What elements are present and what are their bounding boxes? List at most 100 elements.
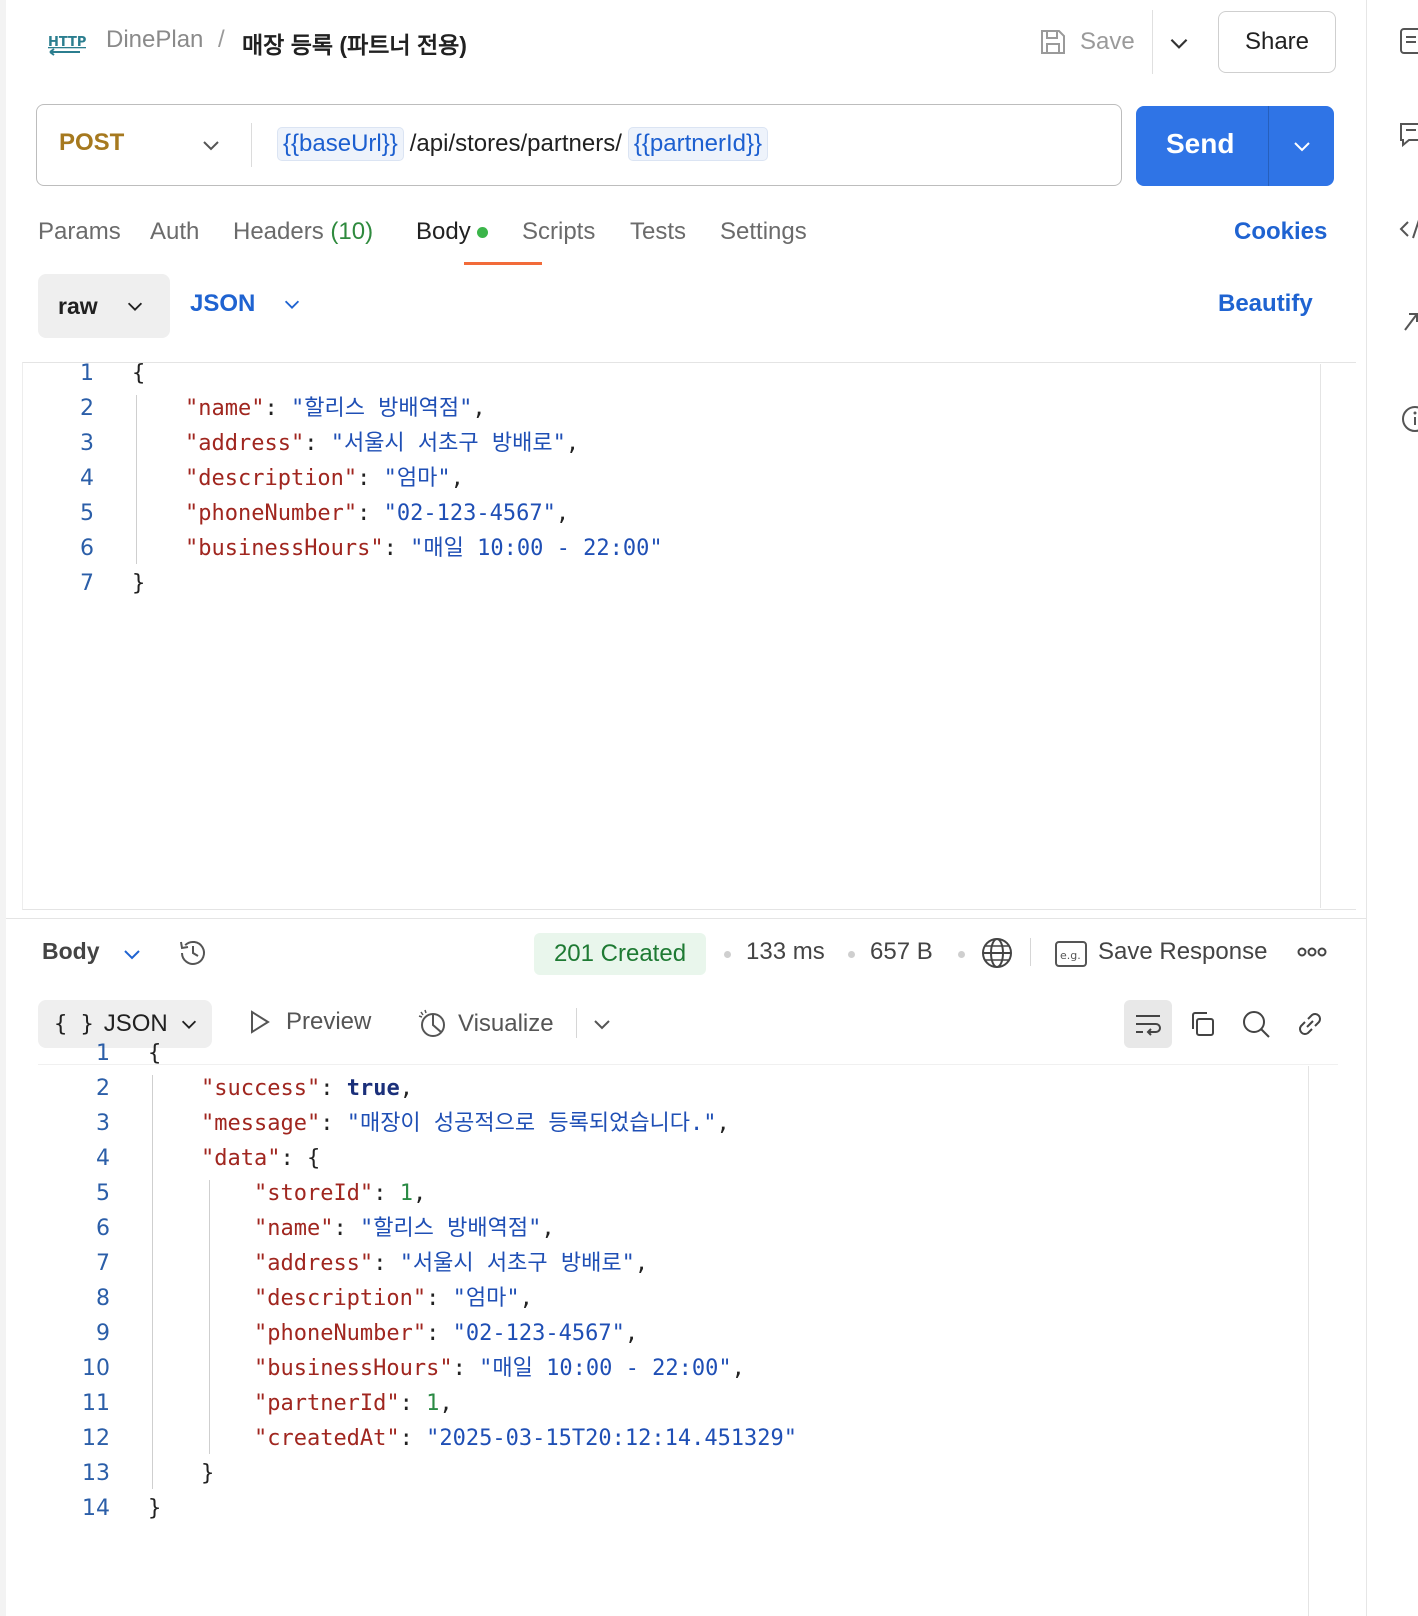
code-line[interactable]: "businessHours": "매일 10:00 - 22:00", (148, 1351, 745, 1387)
url-variable-partnerid[interactable]: {{partnerId}} (627, 127, 768, 161)
chevron-down-icon[interactable] (1166, 30, 1192, 56)
more-dots-icon[interactable] (1296, 940, 1328, 964)
copy-button[interactable] (1178, 1000, 1226, 1048)
line-number: 2 (80, 396, 94, 421)
request-tabs: Params Auth Headers (10) Body Scripts Te… (38, 218, 1338, 266)
code-line[interactable]: } (132, 566, 145, 602)
url-bar[interactable]: POST {{baseUrl}} /api/stores/partners/ {… (36, 104, 1122, 186)
chevron-down-icon[interactable] (199, 133, 223, 157)
save-response-button[interactable]: Save Response (1098, 938, 1267, 966)
line-number: 6 (96, 1216, 110, 1241)
response-view-label: JSON (103, 1010, 168, 1037)
response-editor-top (38, 1064, 1338, 1065)
cookies-link[interactable]: Cookies (1234, 218, 1327, 246)
eg-icon: e.g. (1055, 941, 1087, 967)
code-line[interactable]: "data": { (148, 1141, 320, 1177)
link-button[interactable] (1286, 1000, 1334, 1048)
http-icon: HTTP (48, 35, 86, 56)
line-number: 1 (80, 361, 94, 386)
line-number: 14 (82, 1496, 110, 1521)
request-title[interactable]: 매장 등록 (파트너 전용) (242, 26, 467, 60)
left-panel-edge (0, 0, 6, 1616)
document-icon[interactable] (1397, 26, 1418, 56)
code-line[interactable]: "address": "서울시 서초구 방배로", (132, 426, 579, 462)
tab-params[interactable]: Params (38, 218, 121, 246)
response-body-tab[interactable]: Body (42, 938, 100, 965)
line-number: 4 (80, 466, 94, 491)
code-line[interactable]: "phoneNumber": "02-123-4567", (132, 496, 569, 532)
body-mode-select[interactable]: raw (38, 274, 170, 338)
code-line[interactable]: "description": "엄마", (132, 461, 464, 497)
tab-headers[interactable]: Headers (10) (233, 218, 373, 246)
body-mode-label: raw (58, 292, 98, 319)
status-badge[interactable]: 201 Created (534, 933, 706, 975)
response-size[interactable]: 657 B (870, 938, 933, 966)
save-button[interactable]: Save (1038, 22, 1135, 62)
chevron-down-icon[interactable] (1290, 134, 1314, 158)
send-button[interactable]: Send (1136, 106, 1334, 186)
tab-body[interactable]: Body (416, 218, 488, 246)
code-line[interactable]: "createdAt": "2025-03-15T20:12:14.451329… (148, 1421, 797, 1457)
line-number: 3 (80, 431, 94, 456)
code-icon[interactable] (1397, 214, 1418, 244)
body-language-select[interactable]: JSON (190, 290, 303, 318)
tab-auth[interactable]: Auth (150, 218, 199, 246)
code-line[interactable]: } (148, 1491, 161, 1527)
code-line[interactable]: "storeId": 1, (148, 1176, 426, 1212)
chevron-down-icon (181, 1020, 196, 1029)
indent-guide (209, 1180, 210, 1454)
code-line[interactable]: { (148, 1036, 161, 1072)
svg-text:e.g.: e.g. (1060, 949, 1081, 962)
comment-icon[interactable] (1397, 120, 1418, 150)
line-number: 11 (82, 1391, 110, 1416)
code-line[interactable]: "businessHours": "매일 10:00 - 22:00" (132, 531, 663, 567)
code-line[interactable]: "message": "매장이 성공적으로 등록되었습니다.", (148, 1106, 730, 1142)
code-line[interactable]: "address": "서울시 서초구 방배로", (148, 1246, 648, 1282)
code-line[interactable]: { (132, 356, 145, 392)
line-number: 9 (96, 1321, 110, 1346)
history-icon[interactable] (176, 936, 210, 970)
visualize-button[interactable]: Visualize (416, 1008, 554, 1040)
line-number: 1 (96, 1041, 110, 1066)
editor-scrollbar[interactable] (1320, 364, 1321, 908)
url-variable-baseurl[interactable]: {{baseUrl}} (277, 127, 404, 161)
braces-icon: { } (54, 1011, 94, 1037)
response-scrollbar[interactable] (1308, 1066, 1309, 1616)
line-number: 4 (96, 1146, 110, 1171)
info-icon[interactable] (1397, 404, 1418, 434)
related-collections-icon[interactable] (1397, 306, 1418, 336)
code-line[interactable]: "success": true, (148, 1071, 413, 1107)
code-line[interactable]: "phoneNumber": "02-123-4567", (148, 1316, 638, 1352)
tab-body-label: Body (416, 218, 471, 245)
share-button[interactable]: Share (1218, 11, 1336, 73)
tab-tests[interactable]: Tests (630, 218, 686, 246)
url-divider (251, 123, 252, 167)
tab-settings[interactable]: Settings (720, 218, 807, 246)
method-select[interactable]: POST (59, 129, 124, 157)
response-divider[interactable] (6, 918, 1366, 919)
search-button[interactable] (1232, 1000, 1280, 1048)
active-tab-underline (464, 262, 542, 265)
body-indicator-dot (476, 227, 488, 239)
preview-button[interactable]: Preview (246, 1008, 371, 1036)
line-number: 6 (80, 536, 94, 561)
code-line[interactable]: "name": "할리스 방배역점", (132, 391, 486, 427)
meta-separator-dot (958, 951, 965, 958)
tab-headers-label: Headers (233, 218, 324, 245)
chevron-down-icon[interactable] (590, 1012, 614, 1036)
beautify-button[interactable]: Beautify (1218, 290, 1313, 318)
response-time[interactable]: 133 ms (746, 938, 825, 966)
line-number: 5 (96, 1181, 110, 1206)
indent-guide (152, 1075, 153, 1489)
chevron-down-icon[interactable] (120, 942, 144, 966)
svg-text:HTTP: HTTP (48, 35, 86, 50)
url-input[interactable]: {{baseUrl}} /api/stores/partners/ {{part… (277, 127, 768, 161)
breadcrumb-collection[interactable]: DinePlan (106, 26, 203, 54)
code-line[interactable]: "description": "엄마", (148, 1281, 533, 1317)
tab-scripts[interactable]: Scripts (522, 218, 595, 246)
globe-icon[interactable] (980, 936, 1014, 970)
code-line[interactable]: } (148, 1456, 214, 1492)
code-line[interactable]: "partnerId": 1, (148, 1386, 453, 1422)
word-wrap-button[interactable] (1124, 1000, 1172, 1048)
meta-separator-dot (848, 951, 855, 958)
